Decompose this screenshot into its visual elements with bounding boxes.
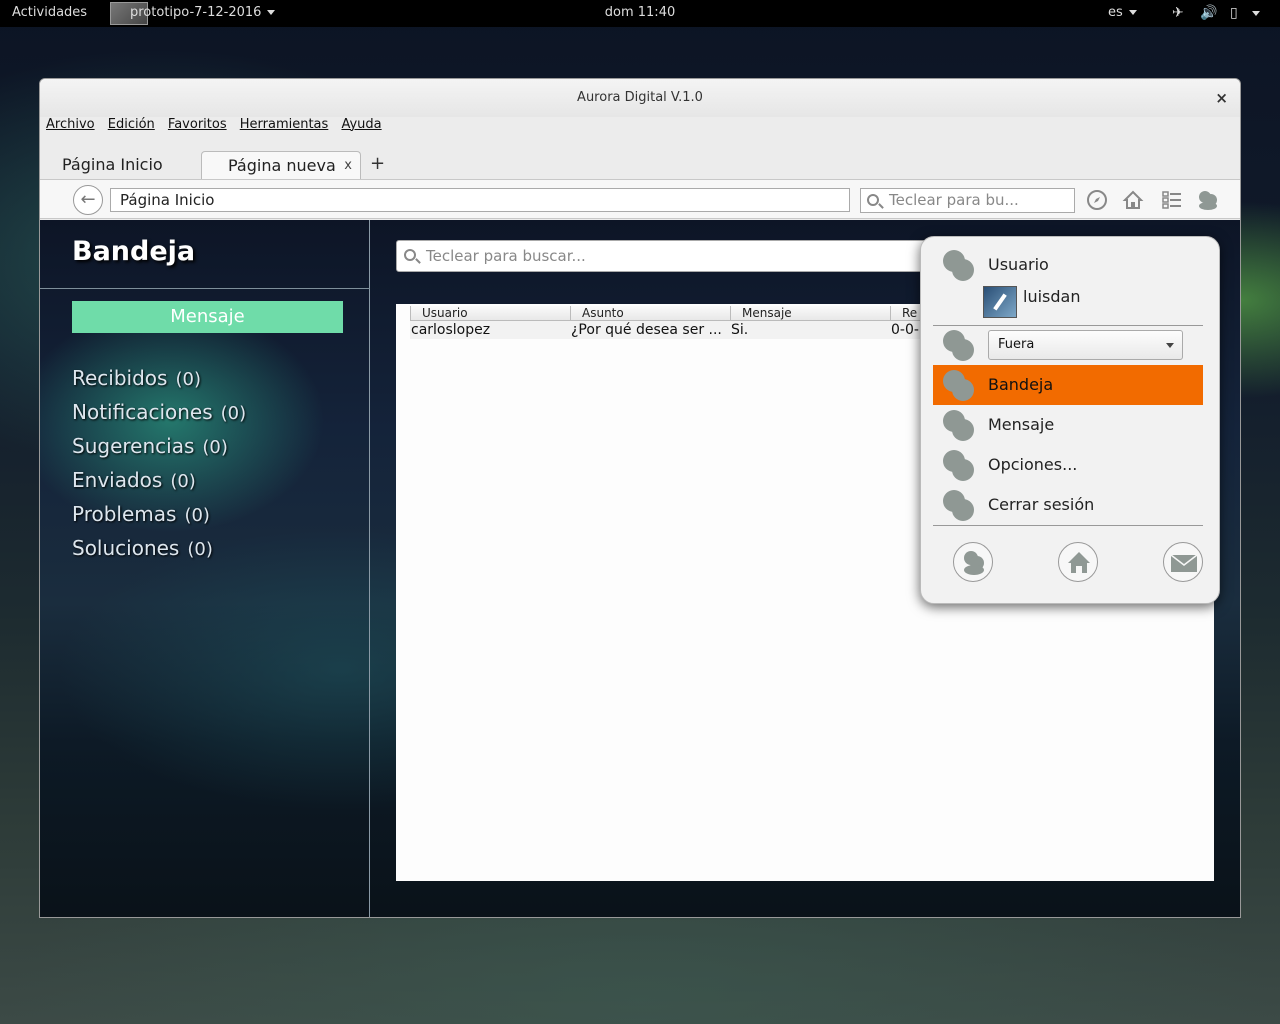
sidebar-item-count: (0) <box>175 369 201 390</box>
popover-item-cerrar-sesion[interactable]: Cerrar sesión <box>933 485 1203 525</box>
menu-bar: Archivo Edición Favoritos Herramientas A… <box>46 117 391 137</box>
user-avatar <box>983 286 1017 318</box>
home-icon[interactable] <box>1058 542 1098 582</box>
new-message-button[interactable]: Mensaje <box>72 301 343 333</box>
sidebar-item-label: Enviados <box>72 468 163 492</box>
chevron-down-icon <box>1128 10 1137 15</box>
column-header-usuario[interactable]: Usuario <box>410 306 571 321</box>
window-titlebar: Aurora Digital V.1.0 × <box>40 79 1240 117</box>
sidebar-title: Bandeja <box>72 236 196 267</box>
user-icon <box>943 250 974 281</box>
table-row[interactable]: carloslopez ¿Por qué desea ser ... Si. 0… <box>410 321 970 339</box>
address-bar[interactable]: Página Inicio <box>110 188 850 212</box>
home-icon[interactable] <box>1121 189 1145 213</box>
sidebar-item-count: (0) <box>184 505 210 526</box>
sidebar-divider <box>40 288 370 289</box>
power-menu-icon[interactable] <box>1252 11 1260 16</box>
popover-item-label: Opciones... <box>988 455 1078 474</box>
sidebar-item-enviados[interactable]: Enviados (0) <box>72 468 246 502</box>
tab-label: Página Inicio <box>62 155 163 174</box>
language-label: es <box>1108 5 1123 20</box>
popover-user-header: Usuario <box>933 245 1203 285</box>
battery-icon[interactable]: ▯ <box>1230 5 1238 21</box>
status-icon <box>943 330 974 361</box>
mail-icon[interactable] <box>1163 542 1203 582</box>
system-top-bar: Actividades prototipo-7-12-2016 dom 11:4… <box>0 0 1280 27</box>
sidebar: Bandeja Mensaje Recibidos (0) Notificacio… <box>40 220 370 917</box>
tab-pagina-nueva[interactable]: Página nueva x <box>201 151 361 179</box>
popover-item-mensaje[interactable]: Mensaje <box>933 405 1203 445</box>
tab-label: Página nueva <box>228 156 336 175</box>
navigation-toolbar: ← Página Inicio Teclear para bu... <box>40 179 1240 219</box>
popover-item-label: Mensaje <box>988 415 1055 434</box>
sidebar-item-count: (0) <box>202 437 228 458</box>
tab-bar: Página Inicio x Página nueva x + <box>40 149 1240 179</box>
popover-user-heading: Usuario <box>988 255 1049 274</box>
cell-mensaje: Si. <box>731 322 749 338</box>
menu-archivo[interactable]: Archivo <box>46 117 95 132</box>
popover-item-opciones[interactable]: Opciones... <box>933 445 1203 485</box>
username: luisdan <box>1023 287 1081 306</box>
user-icon[interactable] <box>953 542 993 582</box>
popover-divider <box>933 525 1203 526</box>
language-menu[interactable]: es <box>1108 5 1137 20</box>
folder-list: Recibidos (0) Notificaciones (0) Sugerenci… <box>72 366 246 570</box>
window-title: Aurora Digital V.1.0 <box>577 90 703 105</box>
sidebar-item-label: Notificaciones <box>72 400 213 424</box>
chevron-down-icon <box>1166 343 1174 348</box>
clock[interactable]: dom 11:40 <box>0 5 1280 20</box>
back-arrow-icon[interactable]: ← <box>73 185 103 215</box>
close-tab-icon[interactable]: x <box>344 152 352 180</box>
user-popover-menu: Usuario luisdan Fuera Bandeja Mensaje Op… <box>920 236 1220 604</box>
options-icon <box>943 450 974 481</box>
sidebar-item-sugerencias[interactable]: Sugerencias (0) <box>72 434 246 468</box>
toolbar-search-placeholder: Teclear para bu... <box>889 191 1019 209</box>
volume-icon[interactable]: 🔊 <box>1200 5 1217 21</box>
sidebar-item-label: Sugerencias <box>72 434 195 458</box>
popover-item-bandeja[interactable]: Bandeja <box>933 365 1203 405</box>
sidebar-item-recibidos[interactable]: Recibidos (0) <box>72 366 246 400</box>
logout-icon <box>943 490 974 521</box>
search-icon <box>404 249 416 261</box>
sidebar-item-label: Recibidos <box>72 366 168 390</box>
sidebar-item-soluciones[interactable]: Soluciones (0) <box>72 536 246 570</box>
toolbar-search-input[interactable]: Teclear para bu... <box>860 188 1075 213</box>
search-icon <box>867 194 879 206</box>
list-icon[interactable] <box>1160 189 1184 213</box>
popover-item-label: Bandeja <box>988 375 1054 394</box>
sidebar-item-label: Problemas <box>72 502 177 526</box>
sidebar-item-count: (0) <box>170 471 196 492</box>
sidebar-item-label: Soluciones <box>72 536 180 560</box>
menu-edicion[interactable]: Edición <box>108 117 155 132</box>
sidebar-item-notificaciones[interactable]: Notificaciones (0) <box>72 400 246 434</box>
tab-pagina-inicio[interactable]: Página Inicio x <box>46 151 222 179</box>
status-value: Fuera <box>998 337 1035 352</box>
new-tab-button[interactable]: + <box>370 149 385 179</box>
inbox-icon <box>943 370 974 401</box>
column-header-mensaje[interactable]: Mensaje <box>730 306 891 321</box>
table-header: Usuario Asunto Mensaje Re <box>410 306 970 321</box>
compass-icon[interactable] <box>1085 189 1109 213</box>
sidebar-item-count: (0) <box>220 403 247 424</box>
sidebar-item-count: (0) <box>187 539 213 560</box>
popover-item-label: Cerrar sesión <box>988 495 1095 514</box>
cell-asunto: ¿Por qué desea ser ... <box>571 322 722 338</box>
user-icon[interactable] <box>1196 189 1220 213</box>
sidebar-item-problemas[interactable]: Problemas (0) <box>72 502 246 536</box>
menu-herramientas[interactable]: Herramientas <box>240 117 329 132</box>
message-icon <box>943 410 974 441</box>
cell-usuario: carloslopez <box>411 322 491 338</box>
status-dropdown[interactable]: Fuera <box>988 330 1183 360</box>
main-search-placeholder: Teclear para buscar... <box>426 247 586 265</box>
menu-favoritos[interactable]: Favoritos <box>168 117 227 132</box>
close-window-button[interactable]: × <box>1215 79 1228 117</box>
menu-ayuda[interactable]: Ayuda <box>341 117 381 132</box>
main-search-input[interactable]: Teclear para buscar... <box>396 240 956 272</box>
airplane-icon[interactable]: ✈ <box>1172 5 1184 21</box>
column-header-asunto[interactable]: Asunto <box>570 306 731 321</box>
